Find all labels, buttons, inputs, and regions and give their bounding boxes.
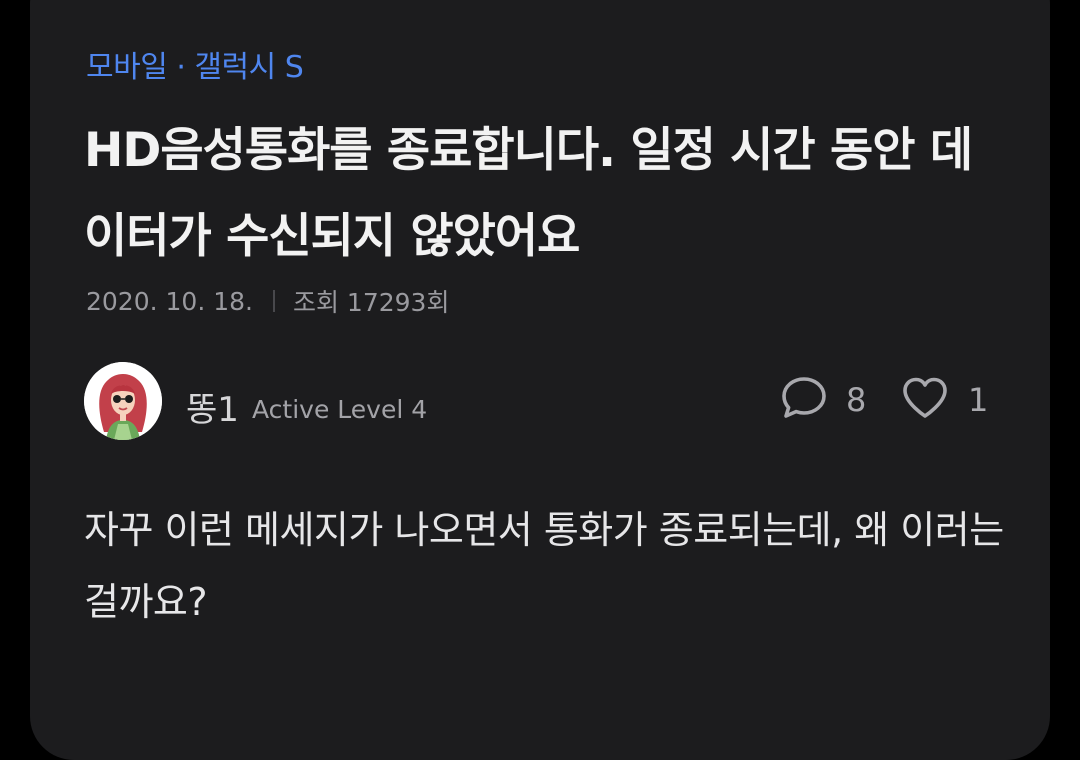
comment-count[interactable]: 8: [780, 376, 866, 424]
post-date: 2020. 10. 18.: [86, 286, 253, 316]
post-category[interactable]: 모바일 · 갤럭시 S: [86, 42, 304, 86]
heart-outline-icon: [900, 376, 950, 424]
post-views: 조회 17293회: [292, 288, 450, 317]
post-title: HD음성통화를 종료합니다. 일정 시간 동안 데이터가 수신되지 않았어요: [84, 123, 973, 264]
like-count-value: 1: [968, 381, 989, 419]
post-body: 자꾸 이런 메세지가 나오면서 통화가 종료되는데, 왜 이러는걸까요?: [84, 508, 1004, 624]
author-name[interactable]: 똥1: [186, 382, 239, 431]
avatar[interactable]: [84, 362, 162, 440]
post-meta: 2020. 10. 18. 조회 17293회: [86, 283, 449, 319]
comment-count-value: 8: [846, 381, 867, 419]
author-row: 똥1 Active Level 4 8 1: [84, 362, 994, 440]
meta-divider: [272, 290, 275, 312]
speech-bubble-icon: [780, 375, 828, 425]
like-button[interactable]: 1: [900, 376, 988, 424]
avatar-illustration: [84, 362, 162, 440]
author-level: Active Level 4: [252, 395, 428, 424]
